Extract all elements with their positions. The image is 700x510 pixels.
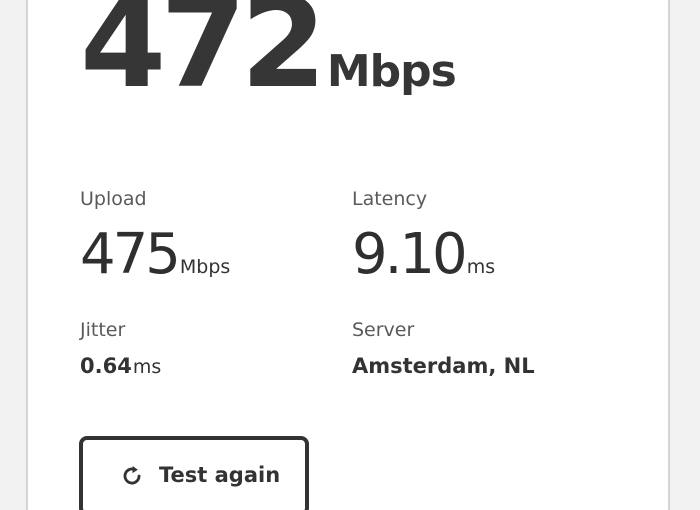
latency-unit: ms [466,256,496,278]
refresh-icon [123,466,141,485]
download-speed-unit: Mbps [326,46,457,97]
test-again-label: Test again [159,463,281,487]
server-label: Server [352,319,415,341]
upload-metric: Upload 475 Mbps [80,190,230,283]
upload-label: Upload [80,188,147,210]
download-speed-value: 472 [80,0,327,116]
download-speed: 472 Mbps [80,0,457,106]
jitter-metric: Jitter 0.64ms [80,319,162,379]
upload-unit: Mbps [179,256,231,278]
test-again-button[interactable]: Test again [79,436,309,510]
jitter-unit: ms [132,356,162,378]
server-value: Amsterdam, NL [352,354,535,378]
jitter-label: Jitter [80,319,126,341]
speed-test-results-card: 472 Mbps Upload 475 Mbps Latency 9.10 ms Ji… [26,0,670,510]
server-metric: Server Amsterdam, NL [352,321,535,377]
latency-label: Latency [352,188,428,210]
latency-value: 9.10 [352,222,468,287]
latency-metric: Latency 9.10 ms [352,190,495,283]
jitter-value: 0.64 [80,354,132,378]
upload-value: 475 [80,222,181,287]
